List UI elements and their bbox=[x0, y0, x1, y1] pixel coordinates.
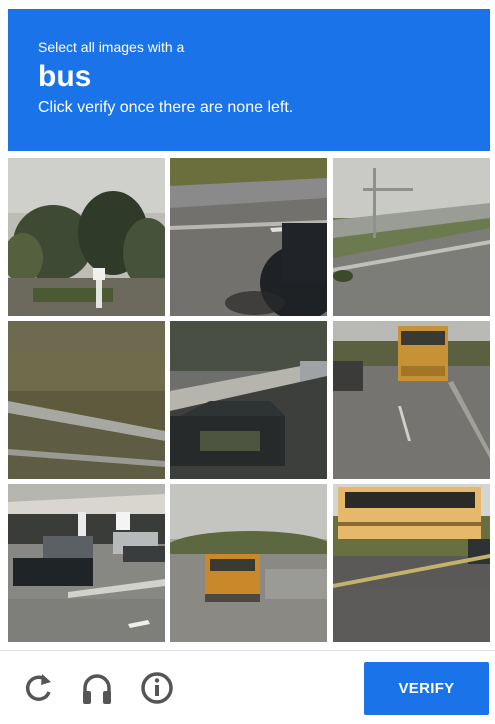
image-grid bbox=[8, 158, 490, 642]
image-tile-9[interactable] bbox=[333, 484, 490, 642]
image-tile-8[interactable] bbox=[170, 484, 327, 642]
image-tile-7[interactable] bbox=[8, 484, 165, 642]
tile-image-guardrail bbox=[8, 321, 165, 479]
tile-image-road-bus bbox=[333, 321, 490, 479]
verify-button[interactable]: VERIFY bbox=[364, 662, 489, 715]
target-object: bus bbox=[38, 60, 92, 93]
image-tile-4[interactable] bbox=[8, 321, 165, 479]
image-tile-6[interactable] bbox=[333, 321, 490, 479]
info-icon[interactable] bbox=[139, 670, 175, 706]
image-tile-2[interactable] bbox=[170, 158, 327, 316]
tile-image-overpass bbox=[333, 158, 490, 316]
reload-icon[interactable] bbox=[20, 670, 56, 706]
footer-divider bbox=[0, 650, 495, 651]
instructions: Click verify once there are none left. bbox=[38, 99, 294, 116]
image-tile-1[interactable] bbox=[8, 158, 165, 316]
tile-image-parking bbox=[8, 484, 165, 642]
tile-image-school-bus bbox=[333, 484, 490, 642]
tile-image-trees bbox=[8, 158, 165, 316]
tile-image-road-car bbox=[170, 158, 327, 316]
challenge-header: Select all images with a bus Click verif… bbox=[8, 9, 490, 151]
image-tile-5[interactable] bbox=[170, 321, 327, 479]
prompt-line: Select all images with a bbox=[38, 39, 185, 55]
tile-image-distant-bus bbox=[170, 484, 327, 642]
image-tile-3[interactable] bbox=[333, 158, 490, 316]
headphones-icon[interactable] bbox=[79, 670, 115, 706]
tile-image-bridge-suv bbox=[170, 321, 327, 479]
captcha-challenge: Select all images with a bus Click verif… bbox=[0, 0, 495, 724]
